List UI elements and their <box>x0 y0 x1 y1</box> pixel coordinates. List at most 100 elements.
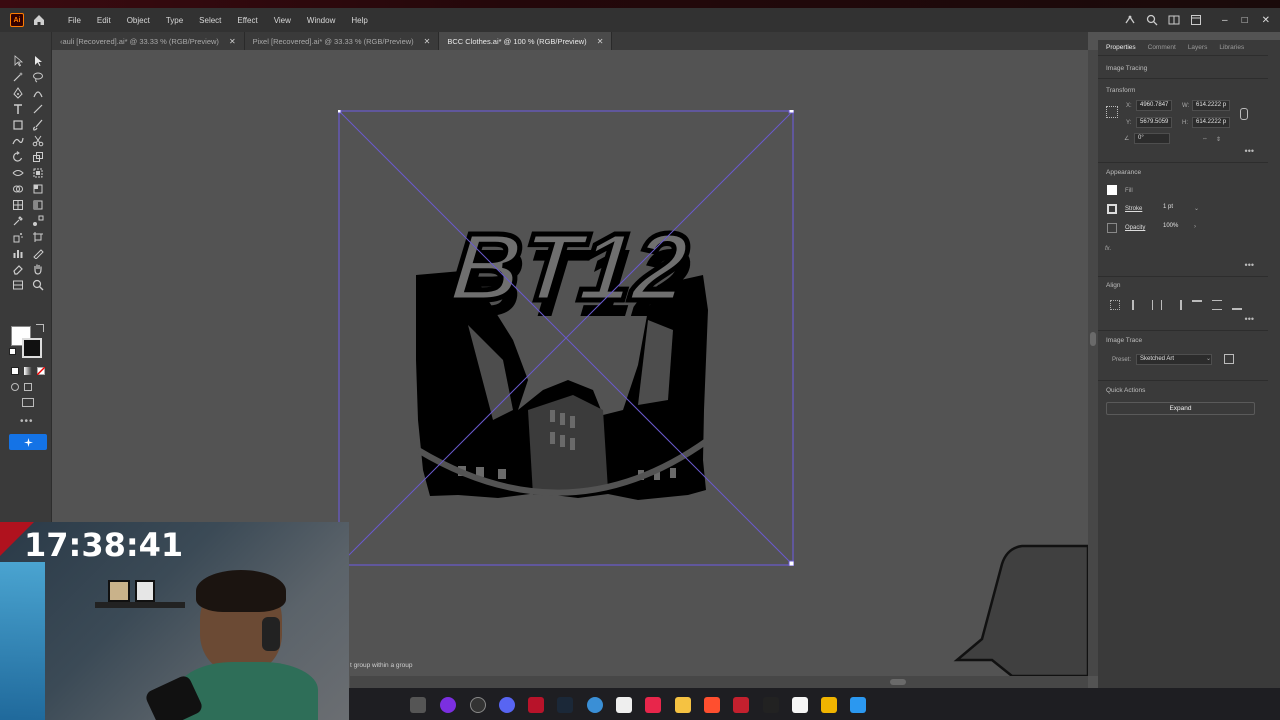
slice-tool-icon[interactable] <box>32 246 44 260</box>
generative-expand-button[interactable] <box>9 434 47 450</box>
stroke-weight-field[interactable]: 1 pt <box>1160 203 1190 214</box>
perspective-grid-tool-icon[interactable] <box>12 198 24 210</box>
eraser-tool-icon[interactable] <box>12 262 24 275</box>
steam-icon[interactable] <box>557 697 573 713</box>
lasso-tool-icon[interactable] <box>32 70 44 83</box>
adobe-icon[interactable] <box>645 697 661 713</box>
store-icon[interactable] <box>821 697 837 713</box>
gradient-mode-icon[interactable] <box>24 367 32 375</box>
draw-behind-icon[interactable] <box>24 383 32 391</box>
discord-icon[interactable] <box>499 697 515 713</box>
preset-select[interactable]: Sketched Art <box>1136 354 1212 365</box>
angle-field[interactable]: 0° <box>1134 133 1170 144</box>
menu-help[interactable]: Help <box>343 16 375 25</box>
line-tool-icon[interactable] <box>32 102 44 114</box>
brave-icon[interactable] <box>704 697 720 713</box>
draw-normal-icon[interactable] <box>11 383 19 391</box>
maximize-icon[interactable]: □ <box>1242 15 1248 26</box>
browser-icon[interactable] <box>587 697 603 713</box>
close-icon[interactable]: ✕ <box>1262 15 1270 26</box>
menu-window[interactable]: Window <box>299 16 343 25</box>
home-icon[interactable] <box>32 13 46 27</box>
height-field[interactable]: 614.2222 p <box>1192 117 1230 128</box>
link-proportions-icon[interactable] <box>1240 108 1248 120</box>
align-to-icon[interactable] <box>1110 300 1120 310</box>
more-options-icon[interactable]: ••• <box>1245 146 1254 156</box>
align-top-icon[interactable] <box>1192 300 1202 310</box>
scissors-tool-icon[interactable] <box>32 134 44 147</box>
column-graph-tool-icon[interactable] <box>12 246 24 258</box>
scale-tool-icon[interactable] <box>32 150 44 162</box>
x-field[interactable]: 4960.7847 <box>1136 100 1172 111</box>
type-tool-icon[interactable] <box>12 102 24 114</box>
stroke-swatch[interactable] <box>22 338 42 358</box>
minimize-icon[interactable]: – <box>1222 15 1228 26</box>
align-left-icon[interactable] <box>1132 300 1142 310</box>
color-mode-icon[interactable] <box>11 367 19 375</box>
tiktok-icon[interactable] <box>763 697 779 713</box>
edit-toolbar-icon[interactable]: ••• <box>20 416 34 427</box>
image-trace-panel-icon[interactable] <box>1224 354 1234 364</box>
tab-document-1[interactable]: ‹auli [Recovered].ai* @ 33.33 % (RGB/Pre… <box>52 32 245 50</box>
tab-properties[interactable]: Properties <box>1106 44 1136 51</box>
gradient-tool-icon[interactable] <box>32 198 44 210</box>
tab-layers[interactable]: Layers <box>1188 44 1208 51</box>
paintbrush-tool-icon[interactable] <box>32 118 44 131</box>
chevron-right-icon[interactable]: › <box>1194 224 1196 230</box>
folder-icon[interactable] <box>675 697 691 713</box>
eyedropper-tool-icon[interactable] <box>12 214 24 226</box>
zoom-tool-icon[interactable] <box>32 278 44 291</box>
app-icon-obs[interactable] <box>440 697 456 713</box>
scroll-thumb[interactable] <box>1090 332 1096 346</box>
fx-icon[interactable]: fx. <box>1105 246 1111 252</box>
capcut-icon[interactable] <box>792 697 808 713</box>
live-paint-tool-icon[interactable] <box>32 182 44 194</box>
horizontal-scrollbar[interactable] <box>350 676 1088 688</box>
workspace-icon[interactable] <box>1190 14 1202 26</box>
app-icon-red[interactable] <box>733 697 749 713</box>
direct-selection-tool-icon[interactable] <box>32 54 44 66</box>
file-icon[interactable] <box>616 697 632 713</box>
windows-icon[interactable] <box>850 697 866 713</box>
app-icon-1[interactable] <box>410 697 426 713</box>
swap-colors-icon[interactable] <box>36 324 44 332</box>
tab-comment[interactable]: Comment <box>1148 44 1176 51</box>
width-field[interactable]: 614.2222 p <box>1192 100 1230 111</box>
align-bottom-icon[interactable] <box>1232 300 1242 310</box>
pen-tool-icon[interactable] <box>12 86 24 99</box>
shape-builder-tool-icon[interactable] <box>12 182 24 194</box>
arrange-documents-icon[interactable] <box>1168 14 1180 26</box>
fill-swatch-icon[interactable] <box>1107 185 1117 195</box>
menu-type[interactable]: Type <box>158 16 191 25</box>
rotate-tool-icon[interactable] <box>12 150 24 162</box>
tab-document-2[interactable]: Pixel [Recovered].ai* @ 33.33 % (RGB/Pre… <box>245 32 440 50</box>
blend-tool-icon[interactable] <box>32 214 44 226</box>
share-icon[interactable] <box>1124 14 1136 26</box>
traced-artwork[interactable]: BT12 BT12 <box>338 110 794 566</box>
print-tiling-tool-icon[interactable] <box>12 278 24 290</box>
menu-view[interactable]: View <box>266 16 299 25</box>
vertical-scrollbar[interactable] <box>1088 50 1098 676</box>
menu-edit[interactable]: Edit <box>89 16 119 25</box>
shaper-tool-icon[interactable] <box>12 134 24 146</box>
flip-vertical-icon[interactable]: ⇕ <box>1216 136 1221 143</box>
menu-effect[interactable]: Effect <box>229 16 265 25</box>
tab-document-3[interactable]: BCC Clothes.ai* @ 100 % (RGB/Preview) ✕ <box>439 32 613 50</box>
close-tab-icon[interactable]: ✕ <box>597 37 604 46</box>
tab-libraries[interactable]: Libraries <box>1219 44 1244 51</box>
chevron-down-icon[interactable]: ⌄ <box>1206 355 1211 362</box>
none-mode-icon[interactable] <box>37 367 45 375</box>
more-options-icon[interactable]: ••• <box>1245 314 1254 324</box>
app-icon-video[interactable] <box>528 697 544 713</box>
selection-tool-icon[interactable] <box>12 54 24 67</box>
align-middle-icon[interactable] <box>1212 300 1222 310</box>
flip-horizontal-icon[interactable]: ⇔ <box>1202 136 1208 142</box>
y-field[interactable]: 5679.5059 <box>1136 117 1172 128</box>
opacity-field[interactable]: 100% <box>1160 222 1190 233</box>
magic-wand-tool-icon[interactable] <box>12 70 24 82</box>
artboard-tool-icon[interactable] <box>32 230 44 242</box>
expand-button[interactable]: Expand <box>1106 402 1255 415</box>
stroke-swatch-icon[interactable] <box>1107 204 1117 214</box>
free-transform-tool-icon[interactable] <box>32 166 44 178</box>
curvature-tool-icon[interactable] <box>32 86 44 98</box>
